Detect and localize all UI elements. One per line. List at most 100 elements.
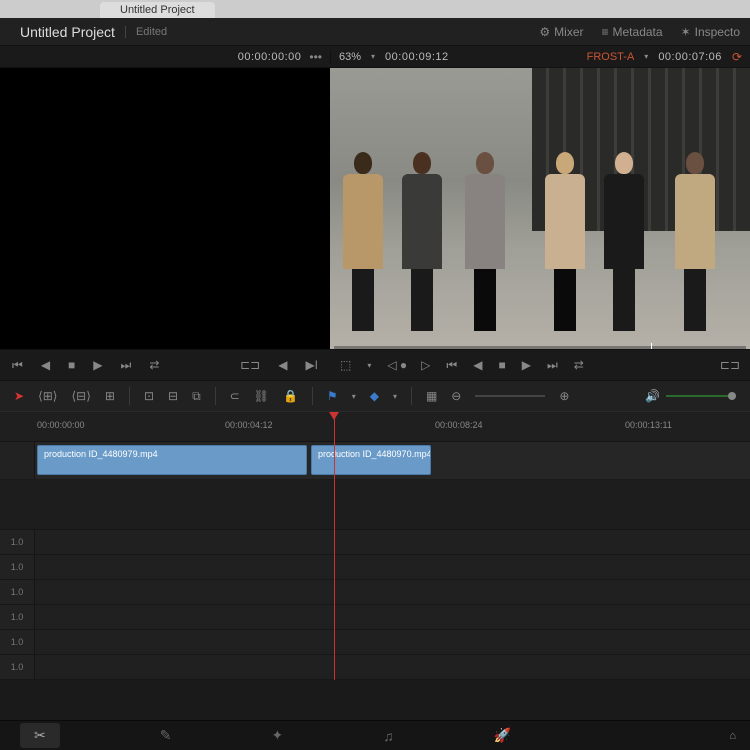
tl-stop-icon[interactable]: ■ [498,358,505,372]
volume-icon[interactable]: 🔊 [645,389,660,403]
insert-tool-icon[interactable]: ⊞ [105,389,115,403]
project-tab[interactable]: Untitled Project [100,2,215,18]
deliver-page-tab[interactable]: 🚀 [494,727,511,744]
tl-first-icon[interactable]: ⏮ [446,358,457,373]
timeline-options-icon[interactable]: ⟳ [732,50,742,64]
tl-prev-icon[interactable]: ◀ [473,358,482,372]
scrub-head[interactable] [651,343,652,349]
first-frame-icon[interactable]: ⏮ [12,358,23,373]
track-gap [0,480,750,530]
edit-page-tab[interactable]: ✎ [160,727,172,744]
timeline-timecode: 00:00:09:12 [385,51,449,63]
audio-track[interactable]: 1.0 [0,530,750,555]
header-bar: Untitled Project Edited ⚙ Mixer ≡ Metadata… [0,18,750,46]
ripple-icon[interactable]: ⊟ [168,389,178,403]
audio-track[interactable]: 1.0 [0,555,750,580]
timeline-ruler[interactable]: 00:00:00:00 00:00:04:12 00:00:08:24 00:0… [0,412,750,442]
metadata-icon: ≡ [602,25,609,39]
window-tab-bar: Untitled Project [0,0,750,18]
crop-chevron-icon[interactable]: ▾ [367,361,371,370]
timeline-panel: 00:00:00:00 00:00:04:12 00:00:08:24 00:0… [0,412,750,680]
next-edit-icon[interactable]: ▷ [421,358,430,372]
view-icon[interactable]: ▦ [426,389,437,403]
selection-tool-icon[interactable]: ➤ [14,389,24,403]
stop-icon[interactable]: ■ [68,358,75,372]
video-track[interactable]: production ID_4480979.mp4production ID_4… [0,442,750,480]
transport-bar: ⏮ ◀ ■ ▶ ⏭ ⇄ ⊏⊐ ◀ ▶I ⬚ ▾ ◁ ● ▷ ⏮ ◀ ■ ▶ ⏭ ⇄… [0,350,750,380]
audio-track-header[interactable]: 1.0 [0,580,35,604]
volume-slider[interactable] [666,395,736,397]
project-title: Untitled Project [20,24,115,40]
audio-track[interactable]: 1.0 [0,630,750,655]
clip-chevron-icon[interactable]: ▾ [644,52,648,61]
link-icon[interactable]: ⛓ [254,389,269,403]
home-icon[interactable]: ⌂ [729,730,736,742]
play-icon[interactable]: ▶ [93,358,102,372]
source-viewer[interactable] [0,68,330,349]
ruler-mark: 00:00:00:00 [37,420,85,430]
source-timecode: 00:00:00:00 [238,51,302,63]
inspector-button[interactable]: ✶ Inspecto [681,25,740,39]
replace-icon[interactable]: ⧉ [192,389,201,404]
marker-chevron-icon[interactable]: ▾ [393,392,397,401]
zoom-level[interactable]: 63% [339,51,361,63]
cut-page-tab[interactable]: ✂ [20,723,60,748]
metadata-button[interactable]: ≡ Metadata [602,25,663,39]
trim-tool-icon[interactable]: ⟨⊞⟩ [38,389,57,403]
fairlight-page-tab[interactable]: ♫ [383,728,394,744]
audio-track[interactable]: 1.0 [0,605,750,630]
ruler-mark: 00:00:13:11 [625,420,672,430]
blade-tool-icon[interactable]: ⟨⊟⟩ [71,389,90,403]
mark-in-icon[interactable]: ▶I [305,358,318,372]
viewer-info-row: 00:00:00:00 ••• 63% ▾ 00:00:09:12 FROST-… [0,46,750,68]
clip-timecode: 00:00:07:06 [658,51,722,63]
audio-track[interactable]: 1.0 [0,655,750,680]
tl-play-icon[interactable]: ▶ [522,358,531,372]
timeline-viewer[interactable] [330,68,750,349]
marker-icon[interactable]: ◆ [370,389,379,403]
mixer-label: Mixer [554,25,583,39]
snap-icon[interactable]: ⊂ [230,389,240,403]
project-status: Edited [125,26,167,38]
audio-track-header[interactable]: 1.0 [0,630,35,654]
flag-chevron-icon[interactable]: ▾ [352,392,356,401]
zoom-chevron-icon[interactable]: ▾ [371,52,375,61]
audio-track-header[interactable]: 1.0 [0,605,35,629]
tl-match-icon[interactable]: ⊏⊐ [720,358,740,372]
mixer-button[interactable]: ⚙ Mixer [539,25,583,39]
last-frame-icon[interactable]: ⏭ [121,358,132,373]
source-options-icon[interactable]: ••• [309,50,322,64]
prev-edit-icon[interactable]: ◁ ● [387,358,407,372]
mark-out-icon[interactable]: ◀ [278,358,287,372]
current-clip-name[interactable]: FROST-A [587,51,635,63]
tl-next-icon[interactable]: ⏭ [547,358,558,373]
loop-icon[interactable]: ⇄ [149,358,159,372]
append-icon[interactable]: ⊡ [144,389,154,403]
match-frame-icon[interactable]: ⊏⊐ [240,358,260,372]
lock-icon[interactable]: 🔒 [283,389,298,403]
crop-icon[interactable]: ⬚ [340,358,351,372]
mixer-icon: ⚙ [539,25,550,39]
page-tabs: ✂ ✎ ✦ ♫ 🚀 ⌂ [0,720,750,750]
timeline-clip[interactable]: production ID_4480970.mp4 [311,445,431,475]
tl-loop-icon[interactable]: ⇄ [574,358,584,372]
video-frame [330,68,750,349]
video-track-header[interactable] [0,442,35,479]
audio-track-header[interactable]: 1.0 [0,655,35,679]
zoom-out-icon[interactable]: ⊖ [451,389,461,403]
prev-icon[interactable]: ◀ [41,358,50,372]
edit-toolbar: ➤ ⟨⊞⟩ ⟨⊟⟩ ⊞ ⊡ ⊟ ⧉ ⊂ ⛓ 🔒 ⚑ ▾ ◆ ▾ ▦ ⊖ ⊕ 🔊 [0,380,750,412]
metadata-label: Metadata [613,25,663,39]
zoom-slider[interactable] [475,395,545,397]
inspector-icon: ✶ [681,25,691,39]
viewer-scrubber[interactable] [334,346,746,349]
flag-icon[interactable]: ⚑ [327,389,338,403]
audio-track-header[interactable]: 1.0 [0,530,35,554]
zoom-in-icon[interactable]: ⊕ [559,389,569,403]
inspector-label: Inspecto [695,25,740,39]
audio-track-header[interactable]: 1.0 [0,555,35,579]
audio-track[interactable]: 1.0 [0,580,750,605]
ruler-mark: 00:00:08:24 [435,420,483,430]
fusion-page-tab[interactable]: ✦ [271,727,283,744]
timeline-clip[interactable]: production ID_4480979.mp4 [37,445,307,475]
